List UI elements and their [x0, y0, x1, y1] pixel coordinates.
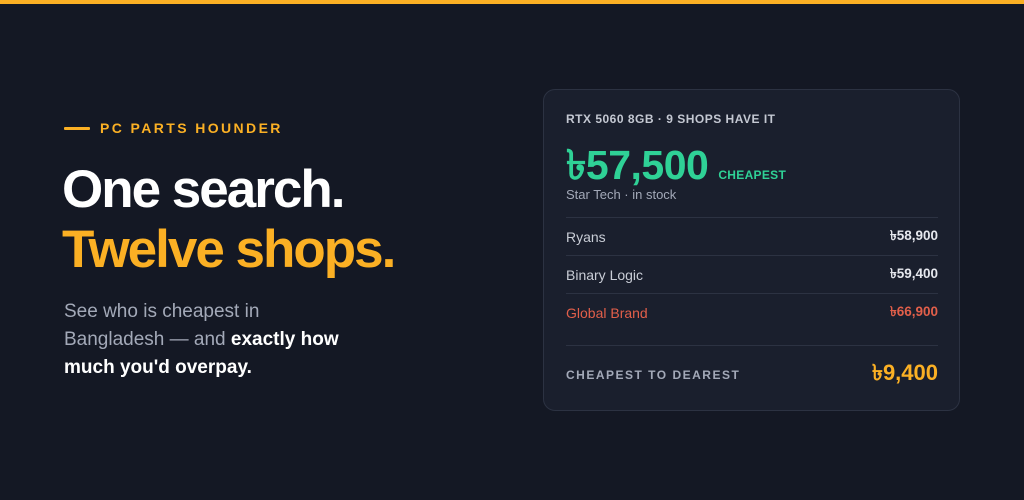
shop-name: Binary Logic	[566, 266, 644, 283]
shop-row: Ryans ৳58,900	[566, 217, 938, 255]
price-spread-footer: CHEAPEST TO DEAREST ৳9,400	[566, 345, 938, 403]
headline-line-2: Twelve shops.	[62, 220, 396, 279]
shop-price: ৳58,900	[889, 228, 938, 243]
eyebrow-dash	[64, 126, 90, 130]
spread-value: ৳9,400	[871, 360, 938, 385]
shop-row: Binary Logic ৳59,400	[566, 255, 938, 293]
cheapest-badge: CHEAPEST	[718, 168, 787, 182]
shop-price: ৳59,400	[889, 266, 938, 281]
shop-price-list: Ryans ৳58,900 Binary Logic ৳59,400 Globa…	[566, 217, 938, 331]
shop-price: ৳66,900	[889, 304, 938, 319]
card-heading: RTX 5060 8GB · 9 SHOPS HAVE IT	[566, 112, 776, 126]
headline-line-1: One search.	[62, 160, 345, 219]
brand-eyebrow: PC PARTS HOUNDER	[64, 120, 283, 136]
brand-name: PC PARTS HOUNDER	[100, 120, 283, 136]
hero-headline: One search. Twelve shops.	[62, 160, 396, 280]
hero-subtitle: See who is cheapest in Bangladesh — and …	[64, 298, 364, 382]
spread-label: CHEAPEST TO DEAREST	[566, 367, 741, 382]
price-comparison-card: RTX 5060 8GB · 9 SHOPS HAVE IT ৳57,500 C…	[543, 89, 960, 411]
shop-name: Ryans	[566, 228, 606, 245]
shop-name: Global Brand	[566, 304, 648, 321]
top-accent-bar	[0, 0, 1024, 4]
best-shop-info: Star Tech · in stock	[566, 187, 677, 202]
shop-row-dearest: Global Brand ৳66,900	[566, 293, 938, 331]
